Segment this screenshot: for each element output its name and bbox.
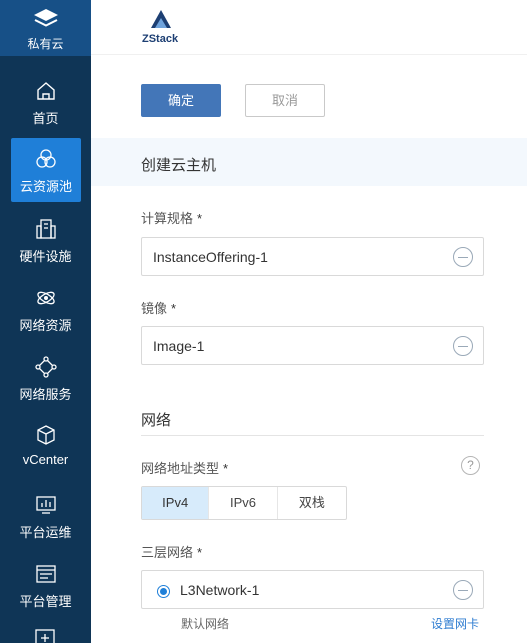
sidebar-item-cloud-pool[interactable]: 云资源池 [11,138,81,202]
cancel-button[interactable]: 取消 [245,84,325,117]
sidebar-item-home[interactable]: 首页 [0,70,91,134]
image-field[interactable]: Image-1 [141,326,484,365]
brand-label: 私有云 [27,37,64,51]
building-icon [35,219,56,239]
network-orbit-icon [36,291,55,305]
addr-type-ipv6[interactable]: IPv6 [209,487,278,519]
addr-type-ipv4[interactable]: IPv4 [142,487,210,519]
image-label: 镜像 * [141,301,177,316]
monitor-chart-icon [35,496,56,514]
sidebar-item-hardware[interactable]: 硬件设施 [0,208,91,272]
network-nodes-icon [34,356,57,378]
sidebar-item-label: vCenter [22,452,69,467]
sidebar-item-network-services[interactable]: 网络服务 [0,346,91,410]
sidebar: 私有云 首页 云资源池 硬件设施 网络资源 网络服务 vCenter 平台运维 … [0,0,91,643]
required-mark: * [197,211,203,226]
sidebar-item-label: 平台管理 [19,594,72,609]
default-network-note: 默认网络 [181,617,230,631]
svg-text:ZStack: ZStack [142,33,179,45]
addr-type-dual[interactable]: 双栈 [278,487,346,519]
sidebar-item-label: 网络资源 [19,318,72,333]
addr-type-segmented: IPv4 IPv6 双栈 [141,486,347,520]
sidebar-item-label: 云资源池 [19,179,72,194]
divider [141,435,484,436]
home-icon [36,82,55,100]
required-mark: * [223,461,229,476]
top-header: ZStack [91,0,527,55]
offering-value: InstanceOffering-1 [153,249,268,265]
help-icon[interactable]: ? [461,456,480,475]
l3-network-value: L3Network-1 [180,582,260,598]
network-heading: 网络 [141,412,172,429]
remove-network-icon[interactable] [453,580,473,600]
l3-network-label: 三层网络 * [141,545,203,560]
required-mark: * [197,545,203,560]
sidebar-item-platform-ops[interactable]: 平台运维 [0,484,91,548]
sidebar-brand[interactable]: 私有云 [0,0,91,56]
image-value: Image-1 [153,338,205,354]
l3-network-field[interactable]: L3Network-1 [141,570,484,609]
cube-icon [36,425,55,445]
section-title: 创建云主机 [141,157,217,174]
window-list-icon [35,565,56,583]
configure-nic-link[interactable]: 设置网卡 [431,615,479,632]
remove-offering-icon[interactable] [453,247,473,267]
required-mark: * [171,301,177,316]
layers-icon [34,9,58,27]
sidebar-item-label: 硬件设施 [19,249,72,264]
sidebar-item-platform-mgmt[interactable]: 平台管理 [0,553,91,617]
offering-field[interactable]: InstanceOffering-1 [141,237,484,276]
zstack-logo: ZStack [142,10,179,45]
section-header: 创建云主机 [91,138,527,186]
sidebar-item-label: 首页 [32,111,59,126]
sidebar-item-label: 平台运维 [19,525,72,540]
confirm-button[interactable]: 确定 [141,84,221,117]
main-panel: 确定 取消 创建云主机 计算规格 * InstanceOffering-1 镜像 *… [91,56,527,643]
remove-image-icon[interactable] [453,336,473,356]
sidebar-item-vcenter[interactable]: vCenter [0,414,91,478]
default-network-radio[interactable] [157,585,170,598]
sidebar-item-label: 网络服务 [19,387,72,402]
offering-label: 计算规格 * [141,211,203,226]
partial-icon[interactable] [34,628,56,643]
sidebar-item-network-resources[interactable]: 网络资源 [0,277,91,341]
cloud-pool-icon [36,149,56,168]
addr-type-label: 网络地址类型 * [141,461,229,476]
